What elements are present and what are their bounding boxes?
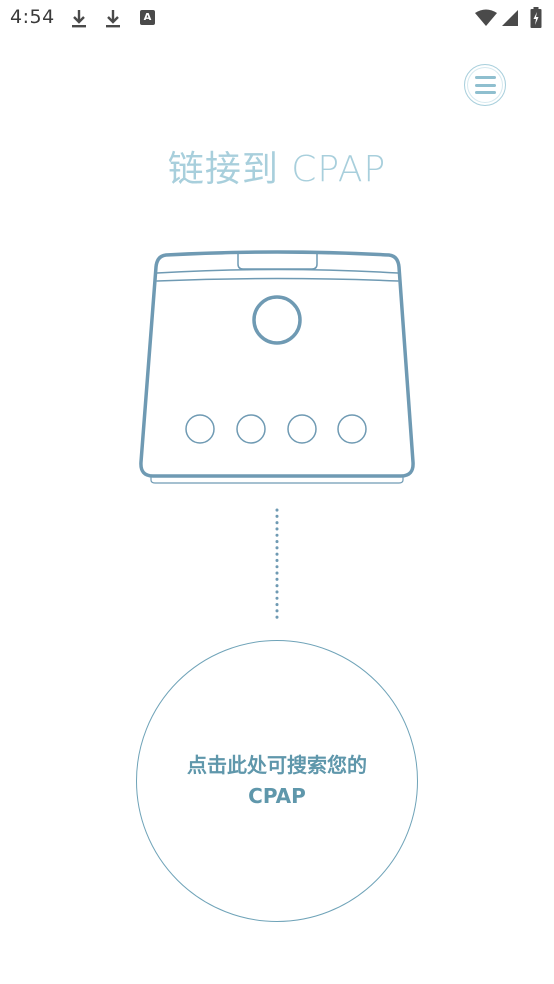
screen: 4:54 A 链接到 CPAP 点击此处可搜索您的 CPAP: [0, 0, 554, 984]
search-cpap-button[interactable]: 点击此处可搜索您的 CPAP: [136, 640, 418, 922]
device-body: [139, 250, 415, 478]
search-cpap-label-line1: 点击此处可搜索您的: [187, 753, 367, 777]
cpap-device-illustration: [139, 250, 415, 624]
device-base: [150, 476, 404, 484]
search-cpap-label-line2: CPAP: [248, 784, 306, 808]
